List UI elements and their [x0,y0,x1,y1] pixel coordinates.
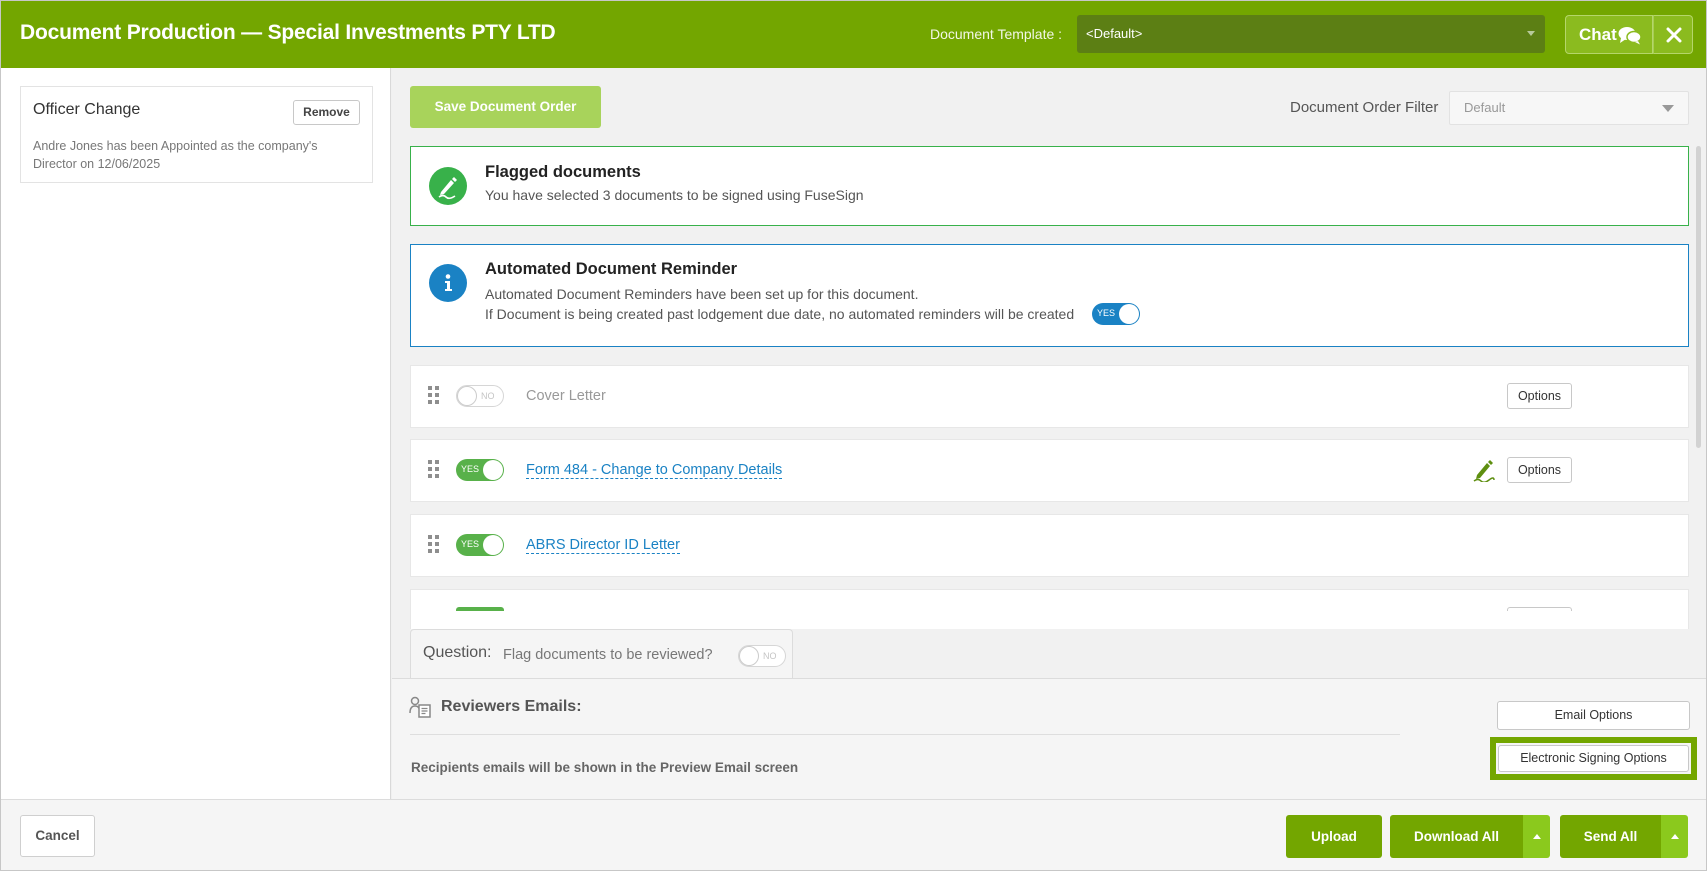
drag-handle-icon[interactable] [428,460,440,485]
question-tab: Question: Flag documents to be reviewed?… [410,629,793,679]
page-title: Document Production — Special Investment… [20,21,556,44]
flagged-documents-alert: Flagged documents You have selected 3 do… [410,146,1689,226]
document-row-cover-letter: NO Cover Letter Options [410,365,1689,428]
remove-button[interactable]: Remove [293,100,360,125]
document-template-label: Document Template : [930,26,1063,42]
reminder-line-1: Automated Document Reminders have been s… [485,286,919,302]
electronic-signing-highlight: Electronic Signing Options [1490,737,1697,780]
toggle-label: YES [461,539,480,549]
document-row-form-484: YES Form 484 - Change to Company Details… [410,439,1689,502]
toggle-label: NO [763,651,777,661]
changes-panel: Officer Change Remove Andre Jones has be… [1,68,391,799]
options-button[interactable]: Options [1507,383,1572,409]
toggle-knob [1119,304,1139,324]
flagged-title: Flagged documents [485,163,641,181]
document-template-select[interactable]: <Default> [1077,15,1545,53]
toggle-knob [483,535,503,555]
header-bar: Document Production — Special Investment… [1,1,1706,68]
document-order-filter-select[interactable]: Default [1449,91,1689,125]
drag-handle-icon[interactable] [428,386,440,411]
document-row-abrs-letter: YES ABRS Director ID Letter [410,514,1689,577]
question-label: Question: [423,644,492,661]
include-toggle[interactable]: YES [456,459,504,481]
download-menu-caret[interactable] [1523,815,1550,858]
email-options-button[interactable]: Email Options [1497,701,1690,730]
signature-pen-icon [429,167,467,205]
reviewers-title: Reviewers Emails: [441,698,582,715]
chat-button[interactable]: Chat [1565,15,1653,54]
scrollbar-thumb[interactable] [1696,146,1701,448]
electronic-signing-options-button[interactable]: Electronic Signing Options [1498,745,1689,772]
reminder-title: Automated Document Reminder [485,260,738,278]
chat-bubbles-icon [1618,26,1642,50]
document-order-filter-label: Document Order Filter [1290,99,1439,116]
toggle-label: NO [481,391,495,401]
change-description: Andre Jones has been Appointed as the co… [33,139,318,171]
officer-change-card: Officer Change Remove Andre Jones has be… [20,86,373,183]
flagged-text: You have selected 3 documents to be sign… [485,187,864,203]
chat-label: Chat [1579,25,1617,44]
reviewers-section: Reviewers Emails: Recipients emails will… [392,678,1706,799]
download-all-button[interactable]: Download All [1390,815,1523,858]
drag-handle-icon[interactable] [428,535,440,560]
documents-panel: Save Document Order Document Order Filte… [392,68,1706,799]
filter-value: Default [1464,100,1506,115]
divider [410,734,1400,735]
automated-reminder-alert: Automated Document Reminder Automated Do… [410,244,1689,347]
include-toggle[interactable] [456,607,504,611]
question-text: Flag documents to be reviewed? [503,647,713,663]
toggle-label: YES [461,464,480,474]
save-document-order-button[interactable]: Save Document Order [410,86,601,128]
document-template-value: <Default> [1086,26,1143,41]
reminder-line-2: If Document is being created past lodgem… [485,306,1075,322]
chevron-down-icon [1527,31,1535,36]
chevron-down-icon [1662,105,1674,112]
toggle-knob [739,646,759,666]
document-link[interactable]: Form 484 - Change to Company Details [526,462,783,479]
reviewers-note: Recipients emails will be shown in the P… [411,760,799,775]
document-link[interactable]: ABRS Director ID Letter [526,537,680,554]
change-title: Officer Change [33,101,141,118]
send-menu-caret[interactable] [1661,815,1688,858]
review-flag-toggle[interactable]: NO [738,645,786,667]
include-toggle[interactable]: YES [456,534,504,556]
document-production-window: Document Production — Special Investment… [0,0,1707,871]
toggle-label: YES [1097,308,1116,318]
options-button[interactable] [1507,607,1572,611]
send-all-button[interactable]: Send All [1560,815,1661,858]
document-name: Cover Letter [526,388,606,404]
info-icon [429,264,467,302]
document-row-partial [410,589,1689,629]
toggle-knob [457,386,477,406]
footer-bar: Cancel Upload Download All Send All [1,799,1706,870]
close-button[interactable] [1653,15,1693,54]
include-toggle[interactable]: NO [456,385,504,407]
reviewer-icon [409,696,431,723]
reminder-toggle[interactable]: YES [1092,303,1140,325]
signature-pen-icon[interactable] [1472,458,1496,487]
toggle-knob [483,460,503,480]
close-icon [1666,27,1682,43]
upload-button[interactable]: Upload [1286,815,1382,858]
cancel-button[interactable]: Cancel [20,815,95,857]
options-button[interactable]: Options [1507,457,1572,483]
